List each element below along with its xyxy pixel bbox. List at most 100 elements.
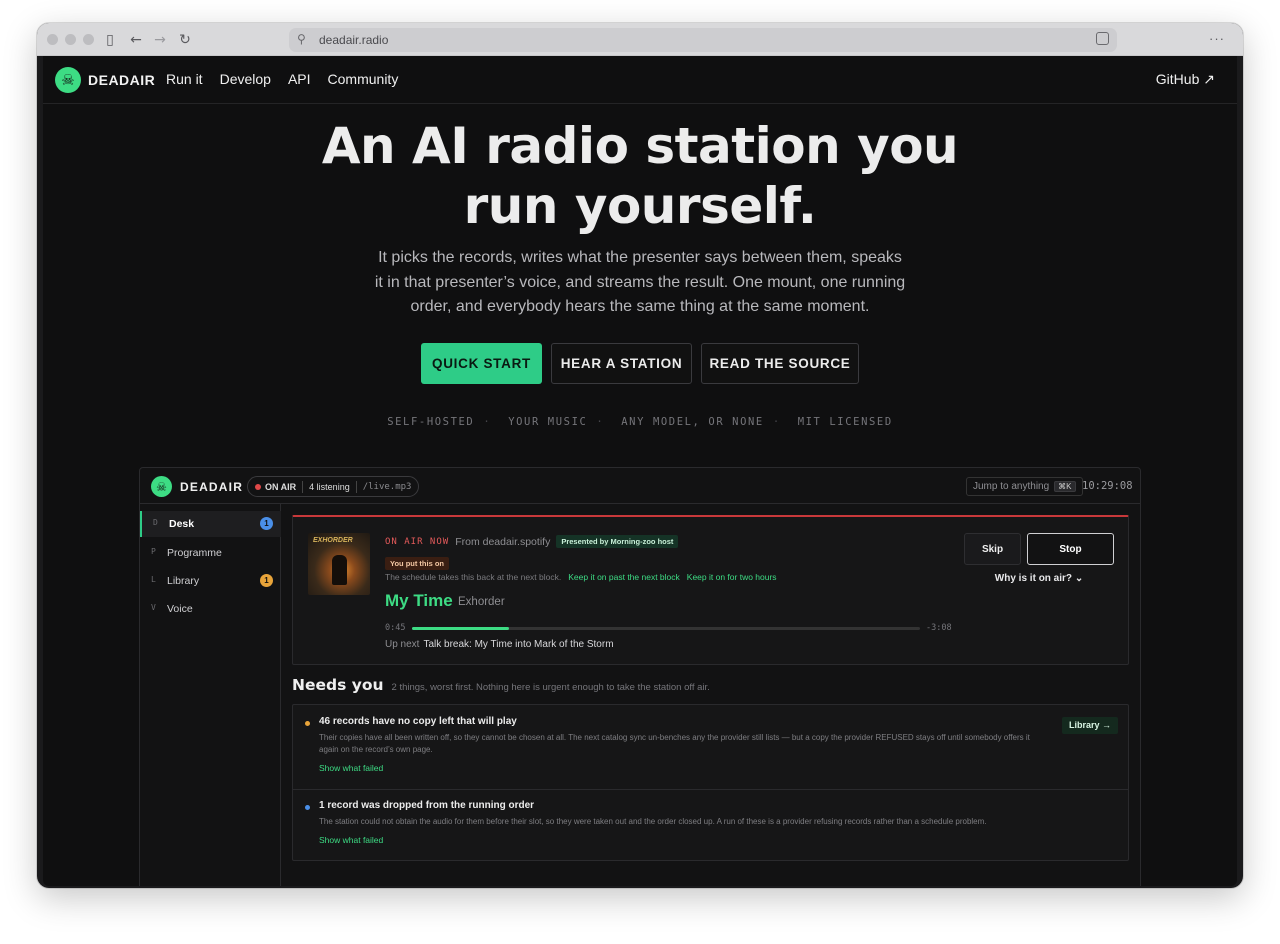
section-title: Needs you	[292, 676, 384, 694]
site-settings-icon[interactable]: ⚲	[297, 32, 306, 46]
app-header: ☠ DEADAIR ON AIR 4 listening /live.mp3 J…	[140, 468, 1140, 504]
schedule-row: The schedule takes this back at the next…	[385, 572, 777, 582]
browser-window: ▯ ← → ↻ ⚲ deadair.radio ··· ☠ DEADAIR Ru…	[37, 23, 1243, 888]
shortcut-key: ⌘K	[1054, 481, 1076, 492]
mount-path: /live.mp3	[362, 481, 412, 492]
shortcut-key: P	[151, 547, 156, 556]
hero-subtitle: It picks the records, writes what the pr…	[374, 249, 906, 315]
override-row: You put this on	[385, 553, 450, 571]
read-source-button[interactable]: READ THE SOURCE	[701, 343, 859, 384]
now-meta: ON AIR NOW From deadair.spotify Presente…	[385, 535, 679, 548]
up-next-label: Up next	[385, 639, 420, 650]
site-nav: ☠ DEADAIR Run it Develop API Community G…	[43, 56, 1237, 104]
now-playing-card: EXHORDER ON AIR NOW From deadair.spotify…	[292, 515, 1129, 665]
app-preview: ☠ DEADAIR ON AIR 4 listening /live.mp3 J…	[139, 467, 1141, 886]
progress-track	[412, 627, 920, 630]
nav-link-develop[interactable]: Develop	[220, 71, 271, 87]
sidebar-item-label: Desk	[169, 518, 195, 530]
up-next: Up next Talk break: My Time into Mark of …	[385, 639, 614, 650]
quick-start-button[interactable]: QUICK START	[421, 343, 542, 384]
show-failed-link[interactable]: Show what failed	[319, 835, 383, 845]
count-badge: 1	[260, 517, 273, 530]
hero-title-line-1: An AI radio station you	[321, 117, 959, 175]
skull-logo-icon[interactable]: ☠	[55, 67, 81, 93]
desk-panel: EXHORDER ON AIR NOW From deadair.spotify…	[281, 504, 1140, 886]
sidebar-item-label: Voice	[167, 603, 193, 615]
section-subtitle: 2 things, worst first. Nothing here is u…	[391, 682, 710, 693]
needs-you-header: Needs you 2 things, worst first. Nothing…	[292, 676, 710, 694]
nav-link-api[interactable]: API	[288, 71, 311, 87]
shortcut-key: L	[151, 575, 156, 584]
feature-tagline: SELF-HOSTED · YOUR MUSIC · ANY MODEL, OR N…	[387, 416, 893, 428]
window-controls	[47, 34, 94, 45]
album-art: EXHORDER	[308, 533, 370, 595]
more-menu-icon[interactable]: ···	[1209, 31, 1225, 46]
browser-toolbar: ▯ ← → ↻ ⚲ deadair.radio ···	[37, 23, 1243, 56]
sidebar-item-programme[interactable]: P Programme	[140, 540, 281, 566]
why-on-air-label: Why is it on air?	[994, 573, 1073, 584]
track-title: My Time	[385, 591, 453, 610]
tagline-item: SELF-HOSTED	[387, 416, 475, 428]
app-brand: DEADAIR	[180, 480, 244, 494]
issue-title: 1 record was dropped from the running or…	[319, 800, 535, 811]
github-link[interactable]: GitHub ↗	[1156, 71, 1215, 88]
schedule-note: The schedule takes this back at the next…	[385, 572, 562, 582]
brand-name[interactable]: DEADAIR	[88, 72, 155, 88]
sidebar-item-label: Library	[167, 575, 200, 587]
jump-label: Jump to anything	[973, 481, 1050, 492]
web-page: ☠ DEADAIR Run it Develop API Community G…	[43, 56, 1237, 886]
source-label: From deadair.spotify	[455, 535, 551, 548]
hero-title: An AI radio station you run yourself.	[43, 116, 1237, 236]
live-dot-icon	[255, 483, 261, 490]
presenter-badge: Presented by Morning-zoo host	[556, 535, 679, 548]
tagline-item: ANY MODEL, OR NONE	[621, 416, 764, 428]
show-failed-link[interactable]: Show what failed	[319, 763, 383, 773]
nav-link-community[interactable]: Community	[328, 71, 399, 87]
issue-description: Their copies have all been written off, …	[319, 733, 1030, 754]
stop-button[interactable]: Stop	[1027, 533, 1114, 565]
address-bar[interactable]: ⚲ deadair.radio	[289, 28, 1117, 52]
track-artist: Exhorder	[458, 596, 505, 608]
elapsed-time: 0:45	[385, 623, 406, 633]
sidebar-item-desk[interactable]: D Desk 1	[140, 511, 281, 537]
progress-fill	[412, 627, 509, 630]
shortcut-key: D	[153, 518, 158, 527]
issues-list: 46 records have no copy left that will p…	[292, 704, 1129, 861]
close-window-button[interactable]	[47, 34, 58, 45]
why-on-air-toggle[interactable]: Why is it on air? ⌄	[964, 573, 1114, 584]
library-button[interactable]: Library →	[1062, 717, 1119, 734]
issue-description: The station could not obtain the audio f…	[319, 817, 987, 826]
override-badge: You put this on	[385, 557, 450, 570]
skull-logo-icon: ☠	[151, 476, 172, 497]
on-air-status[interactable]: ON AIR 4 listening /live.mp3	[247, 476, 420, 497]
tagline-item: MIT LICENSED	[797, 416, 893, 428]
app-sidebar: D Desk 1 P Programme L Library 1 V Voice	[140, 504, 281, 886]
issue-title: 46 records have no copy left that will p…	[319, 716, 517, 727]
keep-next-block-link[interactable]: Keep it on past the next block	[568, 572, 680, 582]
count-badge: 1	[260, 574, 273, 587]
skip-button[interactable]: Skip	[964, 533, 1021, 565]
on-air-now-label: ON AIR NOW	[385, 536, 450, 547]
url-text: deadair.radio	[319, 33, 389, 47]
zoom-window-button[interactable]	[83, 34, 94, 45]
reload-icon[interactable]: ↻	[177, 32, 193, 48]
remaining-time: -3:08	[926, 623, 952, 633]
nav-link-run-it[interactable]: Run it	[166, 71, 203, 87]
sidebar-item-voice[interactable]: V Voice	[140, 596, 281, 622]
minimize-window-button[interactable]	[65, 34, 76, 45]
shortcut-key: V	[151, 603, 156, 612]
hero-title-line-2: run yourself.	[463, 177, 817, 235]
keep-two-hours-link[interactable]: Keep it on for two hours	[687, 572, 777, 582]
forward-arrow-icon[interactable]: →	[152, 32, 168, 48]
info-dot-icon	[305, 805, 310, 810]
sidebar-toggle-icon[interactable]: ▯	[102, 32, 118, 48]
hear-station-button[interactable]: HEAR A STATION	[551, 343, 692, 384]
progress-bar: 0:45 -3:08	[385, 622, 952, 634]
nav-links: Run it Develop API Community	[166, 71, 398, 87]
tagline-item: YOUR MUSIC	[508, 416, 588, 428]
sidebar-item-library[interactable]: L Library 1	[140, 568, 281, 594]
translate-icon[interactable]	[1096, 32, 1109, 45]
jump-search[interactable]: Jump to anything ⌘K	[966, 477, 1083, 496]
back-arrow-icon[interactable]: ←	[128, 32, 144, 48]
warning-dot-icon	[305, 721, 310, 726]
